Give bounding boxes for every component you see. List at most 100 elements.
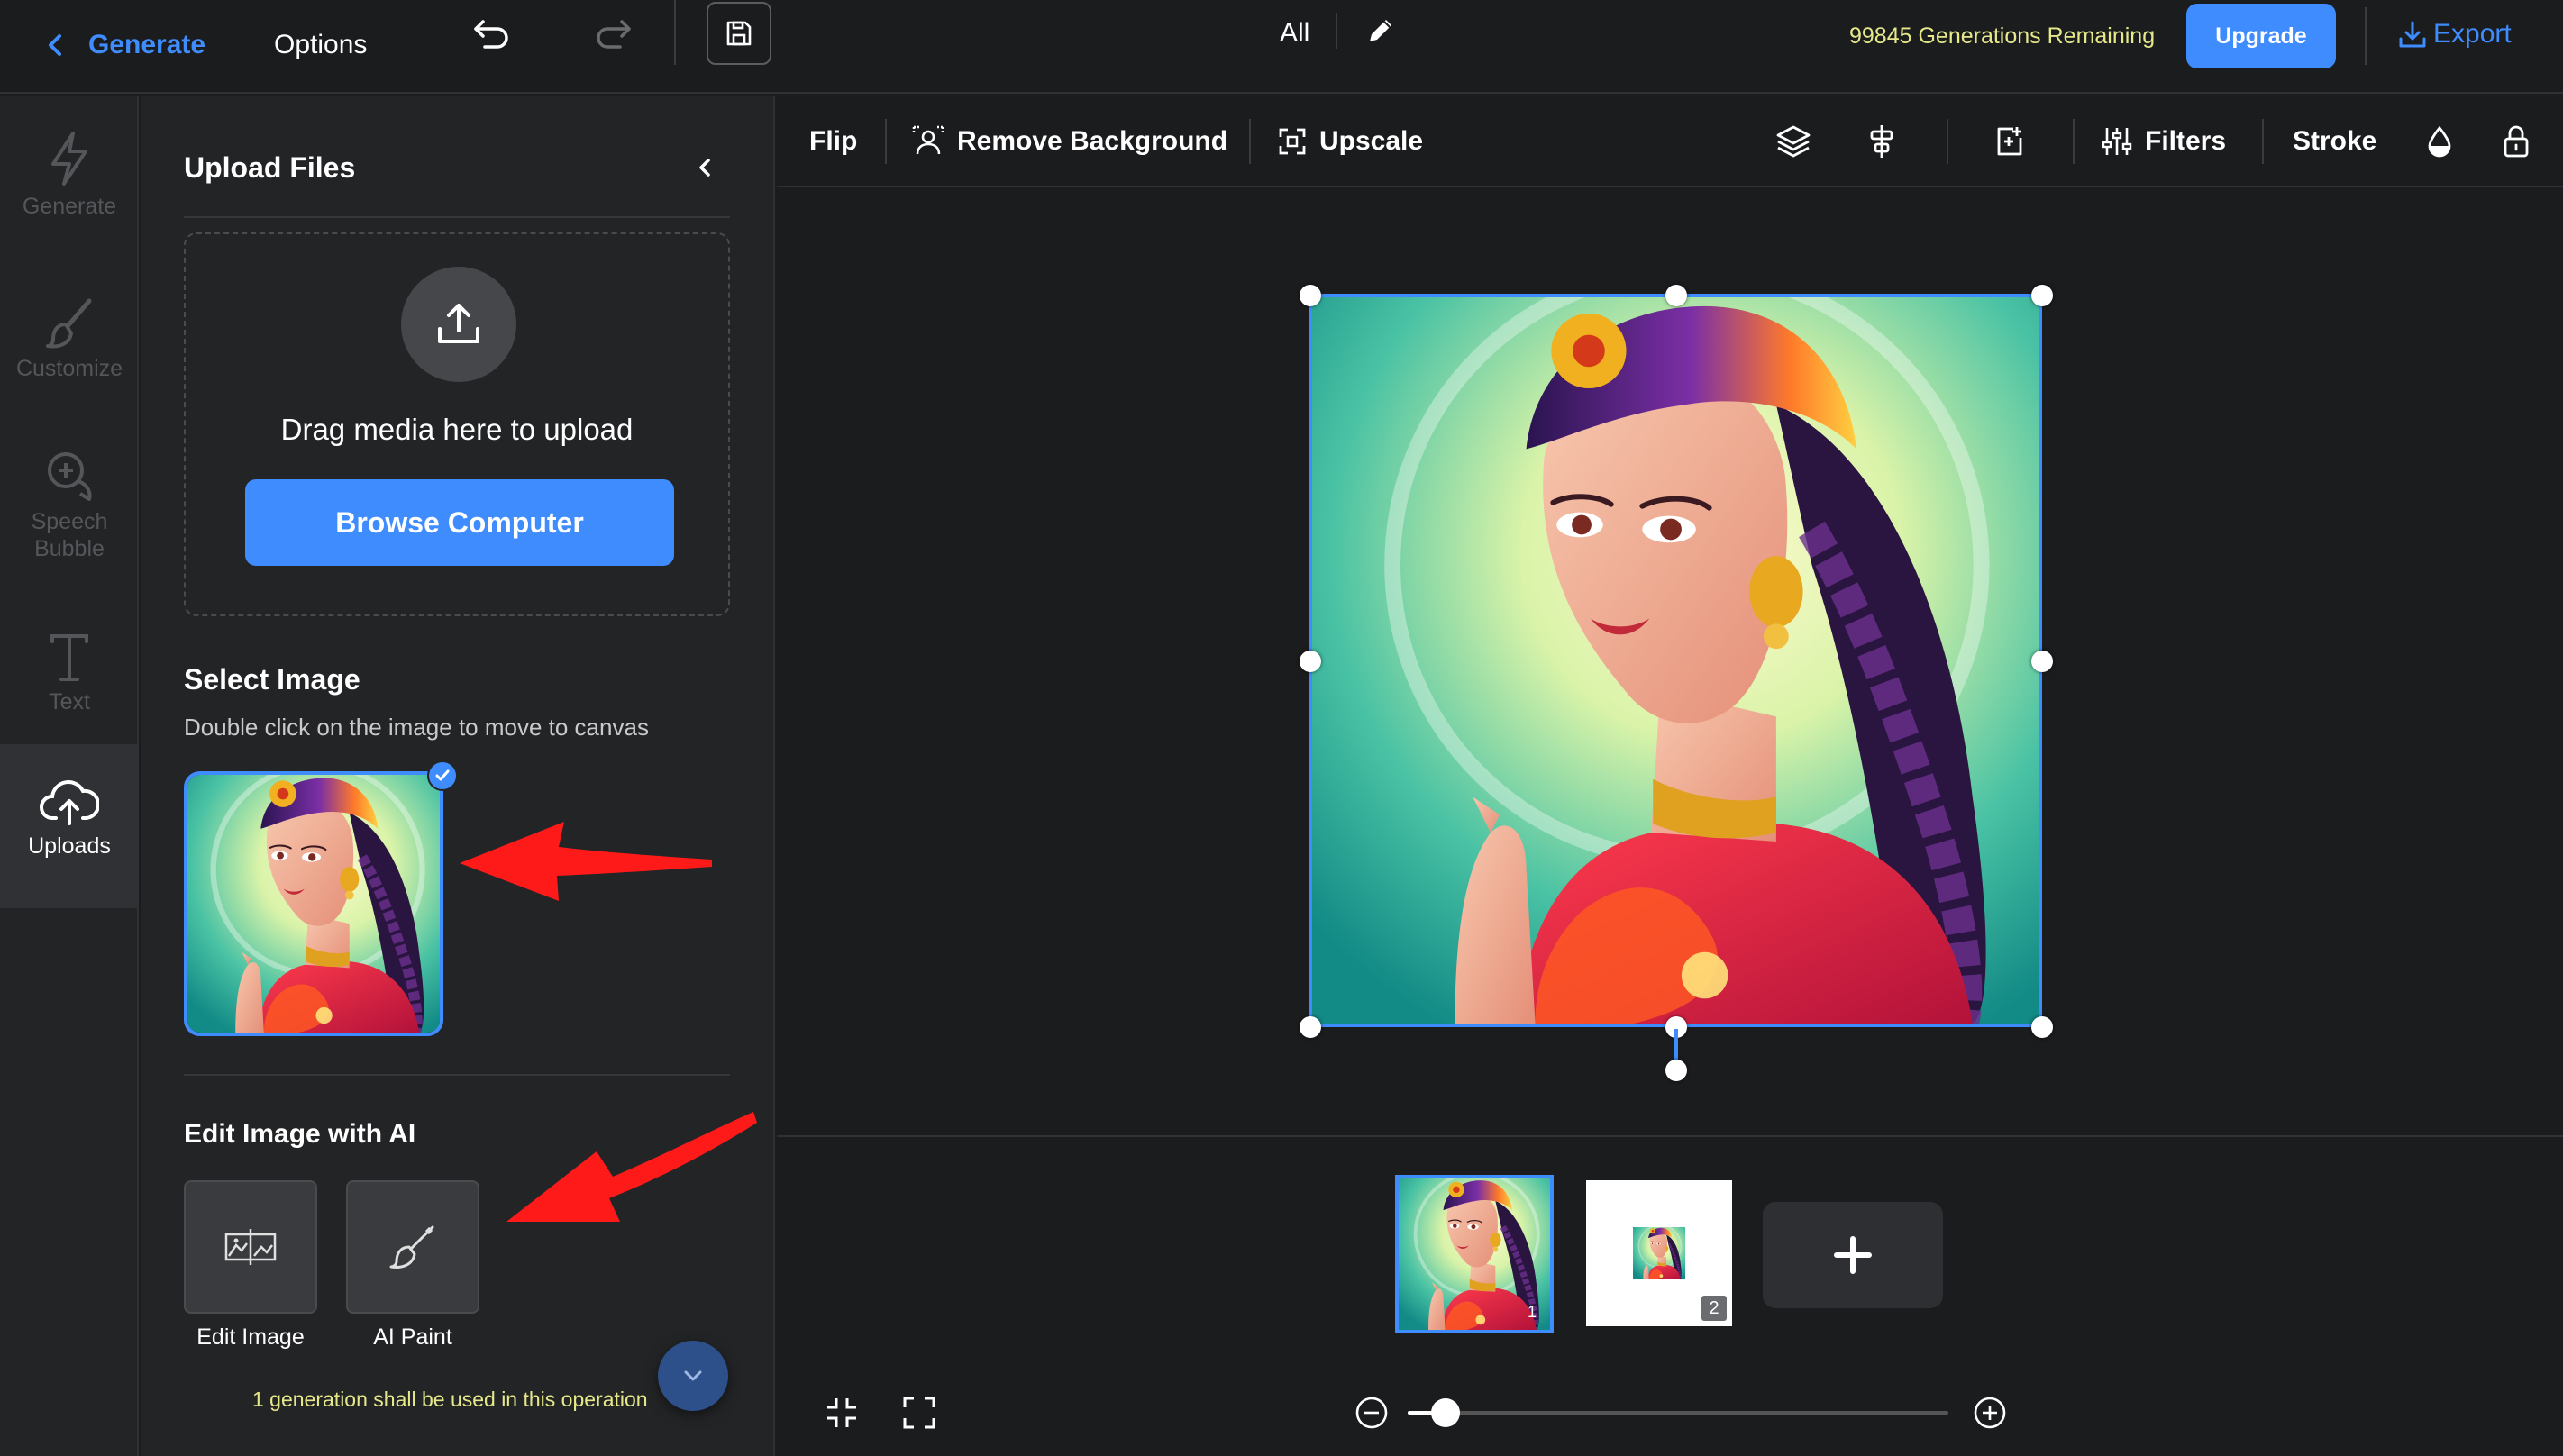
add-page-button[interactable] <box>1763 1202 1943 1308</box>
panel-divider <box>184 216 730 218</box>
edit-with-ai-title: Edit Image with AI <box>184 1119 416 1149</box>
toolbar-divider <box>1336 13 1337 49</box>
upload-icon <box>438 304 479 343</box>
save-button[interactable] <box>707 2 771 65</box>
nav-label: Speech Bubble <box>31 509 108 561</box>
resize-handle[interactable] <box>2031 651 2053 672</box>
view-all-selector[interactable]: All <box>1280 16 1309 50</box>
nav-label: Uploads <box>28 833 111 859</box>
align-center-icon <box>1870 125 1893 158</box>
resize-handle[interactable] <box>1300 285 1321 306</box>
uploaded-image-thumbnail[interactable] <box>184 771 443 1036</box>
resize-handle[interactable] <box>1300 1016 1321 1038</box>
top-bar: Generate Options All 99845 Generations R… <box>0 0 2563 94</box>
lock-icon <box>2504 125 2529 158</box>
toolbar-divider <box>674 0 676 65</box>
browse-computer-button[interactable]: Browse Computer <box>245 479 674 566</box>
fit-screen-button[interactable] <box>820 1391 863 1434</box>
filters-button[interactable]: Filters <box>2102 96 2226 187</box>
lock-button[interactable] <box>2502 96 2531 187</box>
resize-handle[interactable] <box>2031 1016 2053 1038</box>
undo-icon <box>474 20 508 49</box>
opacity-button[interactable] <box>2426 96 2453 187</box>
page-mini-image <box>1633 1227 1685 1279</box>
add-image-icon <box>1997 127 2022 156</box>
upscale-label: Upscale <box>1319 126 1424 156</box>
toolbar-divider <box>1249 119 1251 164</box>
annotation-arrow <box>506 1112 757 1222</box>
drag-hint: Drag media here to upload <box>280 413 634 446</box>
portrait-image <box>1633 1227 1685 1279</box>
page-thumb-1[interactable]: 1 <box>1395 1175 1554 1333</box>
fullscreen-button[interactable] <box>898 1391 941 1434</box>
options-button[interactable]: Options <box>274 16 367 74</box>
portrait-image <box>1312 297 2039 1024</box>
collapse-panel-button[interactable] <box>685 148 725 187</box>
export-button[interactable]: Export <box>2397 14 2512 54</box>
toolbar-divider <box>1947 119 1948 164</box>
upscale-icon <box>1279 128 1306 155</box>
nav-item-text[interactable]: Text <box>0 618 139 753</box>
upscale-button[interactable]: Upscale <box>1278 96 1423 187</box>
edit-image-tool[interactable] <box>184 1180 317 1314</box>
resize-handle[interactable] <box>1300 651 1321 672</box>
nav-item-uploads[interactable]: Uploads <box>0 744 139 908</box>
portrait-image <box>187 775 440 1033</box>
remove-background-icon <box>912 125 944 155</box>
resize-handle[interactable] <box>1665 285 1687 306</box>
nav-label: Customize <box>15 356 123 381</box>
download-icon <box>2399 21 2426 48</box>
rotate-handle[interactable] <box>1665 1060 1687 1081</box>
generations-remaining: 99845 Generations Remaining <box>1849 23 2156 49</box>
chevron-left-icon <box>49 34 61 56</box>
flip-button[interactable]: Flip <box>809 96 857 187</box>
stroke-button[interactable]: Stroke <box>2293 96 2376 187</box>
pages-strip: 1 2 <box>777 1135 2563 1456</box>
drop-zone[interactable]: Drag media here to upload Browse Compute… <box>184 232 730 616</box>
zoom-in-button[interactable] <box>1972 1395 2008 1431</box>
align-button[interactable] <box>1867 96 1896 187</box>
select-image-hint: Double click on the image to move to can… <box>184 714 649 741</box>
generation-cost-note: 1 generation shall be used in this opera… <box>252 1388 648 1411</box>
zoom-out-button[interactable] <box>1354 1395 1390 1431</box>
toolbar-divider <box>885 119 887 164</box>
upgrade-button[interactable]: Upgrade <box>2186 4 2336 68</box>
page-number: 1 <box>1527 1302 1537 1321</box>
opacity-drop-icon <box>2428 125 2451 158</box>
zoom-slider[interactable] <box>1408 1398 1948 1427</box>
upload-panel: Upload Files Drag media here to upload B… <box>141 96 775 1456</box>
zoom-out-icon <box>1355 1397 1388 1429</box>
back-to-generate-button[interactable]: Generate <box>45 16 205 74</box>
rename-button[interactable] <box>1361 11 1400 50</box>
cloud-upload-icon <box>40 780 99 825</box>
panel-title: Upload Files <box>184 151 356 184</box>
toolbar-divider <box>2262 119 2264 164</box>
nav-item-generate[interactable]: Generate <box>0 123 139 267</box>
back-label: Generate <box>88 30 206 59</box>
ai-paint-tool[interactable] <box>346 1180 479 1314</box>
canvas-area[interactable] <box>777 187 2563 1135</box>
flip-label: Flip <box>809 126 858 156</box>
nav-label: Generate <box>22 194 117 219</box>
page-thumb-2[interactable]: 2 <box>1586 1180 1732 1326</box>
canvas-image[interactable] <box>1309 294 2042 1027</box>
remove-background-button[interactable]: Remove Background <box>912 96 1227 187</box>
pencil-icon <box>1370 20 1391 41</box>
save-icon <box>726 21 752 46</box>
nav-item-customize[interactable]: Customize <box>0 285 139 429</box>
select-image-title: Select Image <box>184 663 360 696</box>
stroke-label: Stroke <box>2293 126 2377 156</box>
resize-handle[interactable] <box>2031 285 2053 306</box>
left-nav: Generate Customize Speech Bubble Text Up… <box>0 96 139 1456</box>
nav-item-speech-bubble[interactable]: Speech Bubble <box>0 438 139 600</box>
add-to-frame-button[interactable] <box>1993 96 2026 187</box>
redo-button[interactable] <box>589 11 636 58</box>
undo-button[interactable] <box>469 11 515 58</box>
nav-label: Text <box>49 689 90 714</box>
scroll-down-button[interactable] <box>658 1341 728 1411</box>
page-number: 2 <box>1701 1296 1727 1321</box>
annotation-arrow <box>460 822 712 901</box>
layers-button[interactable] <box>1775 96 1811 187</box>
zoom-slider-knob[interactable] <box>1431 1398 1460 1427</box>
ai-paint-label: AI Paint <box>373 1324 452 1350</box>
